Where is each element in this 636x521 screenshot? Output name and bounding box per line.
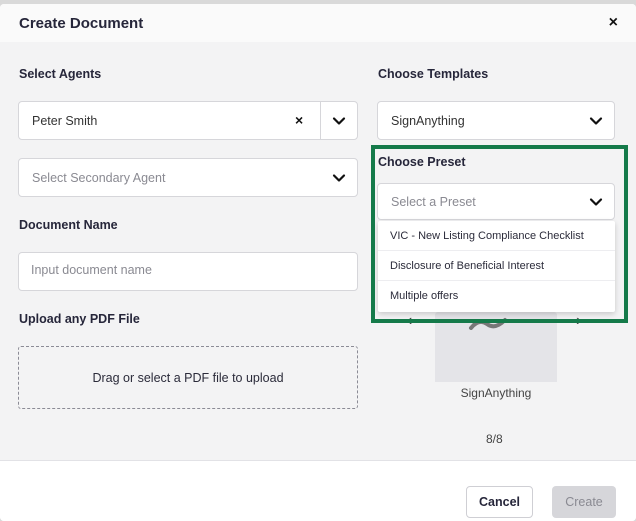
page-indicator: 8/8	[486, 432, 503, 446]
close-icon[interactable]: ×	[609, 14, 618, 32]
document-name-field[interactable]	[18, 252, 358, 291]
create-button[interactable]: Create	[552, 486, 616, 518]
choose-templates-label: Choose Templates	[378, 67, 489, 81]
cancel-button[interactable]: Cancel	[466, 486, 533, 518]
chevron-down-icon[interactable]	[331, 170, 347, 186]
dialog-body: Select Agents Peter Smith × Select Secon…	[0, 42, 636, 460]
chevron-down-icon[interactable]	[588, 113, 604, 129]
preview-caption: SignAnything	[460, 386, 532, 400]
preview-caption-box: SignAnything	[435, 382, 557, 410]
primary-agent-select[interactable]: Peter Smith ×	[18, 101, 358, 140]
secondary-agent-placeholder: Select Secondary Agent	[32, 171, 166, 185]
dialog-header: Create Document ×	[0, 4, 636, 42]
document-name-input[interactable]	[31, 263, 331, 277]
create-document-dialog: Create Document × Select Agents Peter Sm…	[0, 4, 636, 521]
dropzone-text: Drag or select a PDF file to upload	[92, 371, 284, 385]
upload-pdf-label: Upload any PDF File	[19, 312, 140, 326]
dialog-title: Create Document	[19, 15, 144, 32]
preset-highlight-box	[371, 145, 628, 323]
select-agents-label: Select Agents	[19, 67, 102, 81]
primary-agent-value: Peter Smith	[32, 114, 98, 128]
template-select[interactable]: SignAnything	[377, 101, 615, 140]
template-selected-value: SignAnything	[391, 114, 465, 128]
chevron-down-icon[interactable]	[331, 113, 347, 129]
secondary-agent-select[interactable]: Select Secondary Agent	[18, 158, 358, 197]
document-name-label: Document Name	[19, 218, 118, 232]
dialog-footer: Cancel Create	[0, 460, 636, 521]
select-divider	[320, 102, 321, 139]
pdf-dropzone[interactable]: Drag or select a PDF file to upload	[18, 346, 358, 409]
clear-agent-icon[interactable]: ×	[295, 112, 303, 128]
